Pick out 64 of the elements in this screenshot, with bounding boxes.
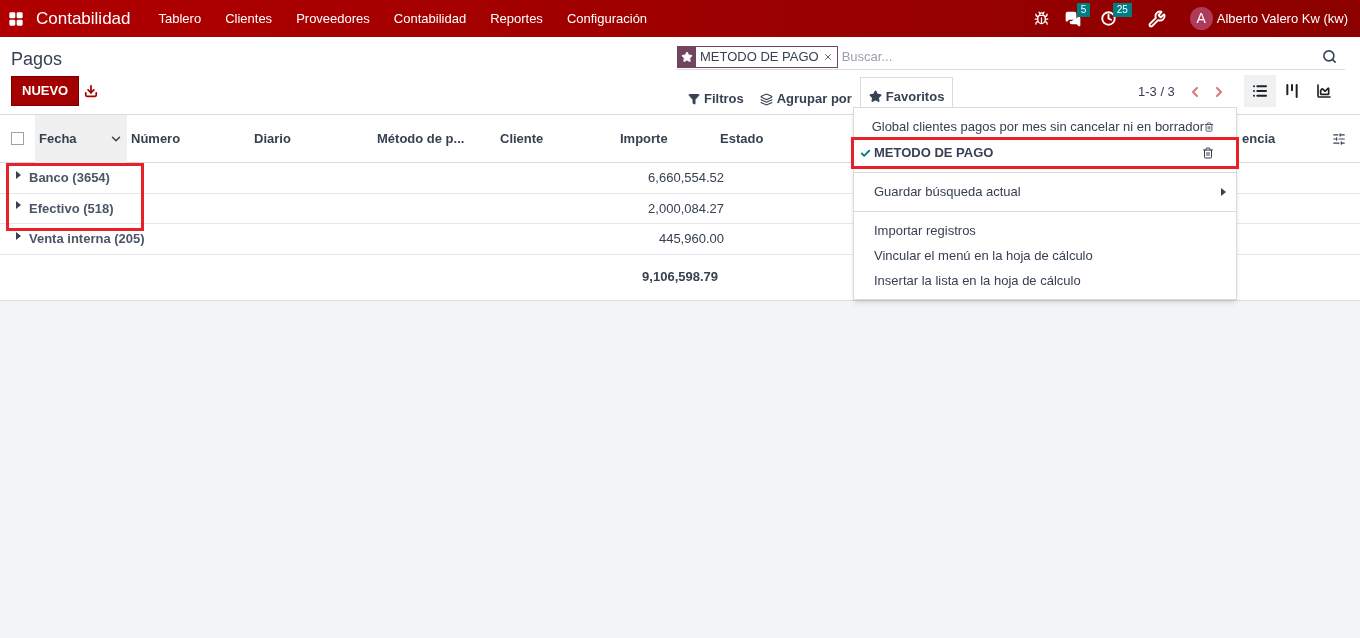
kanban-icon — [1284, 83, 1300, 99]
user-avatar[interactable]: A — [1189, 7, 1213, 30]
message-count-badge: 5 — [1076, 2, 1091, 17]
pager-value[interactable]: 1-3 / 3 — [1138, 82, 1175, 102]
search-icon[interactable] — [1322, 49, 1337, 64]
caret-icon — [16, 231, 21, 240]
search-panel-toggle[interactable]: Filtros — [680, 83, 752, 115]
total-amount: 9,106,598.79 — [641, 268, 718, 287]
activity-count-badge: 25 — [1112, 3, 1132, 17]
favorite-label: Global clientes pagos por mes sin cancelar ni en borrador — [871, 118, 1205, 137]
tools-icon[interactable] — [1147, 9, 1166, 28]
list-icon — [1252, 83, 1268, 99]
nav-menu-item[interactable]: Reportes — [478, 8, 555, 29]
apps-grid-icon[interactable] — [8, 10, 24, 27]
delete-icon[interactable] — [1202, 147, 1214, 159]
caret-icon — [16, 170, 21, 179]
favorite-item[interactable]: Global clientes pagos por mes sin cancelar ni en borrador — [854, 114, 1236, 140]
check-icon — [860, 147, 871, 159]
favorite-label: METODO DE PAGO — [874, 144, 995, 163]
view-switch-button[interactable] — [1244, 75, 1276, 107]
bug-icon[interactable] — [1033, 11, 1049, 26]
column-header[interactable]: Número — [127, 114, 250, 163]
star-icon — [681, 50, 693, 63]
group-label: Banco (3654) — [29, 169, 111, 187]
select-all-checkbox[interactable] — [11, 132, 24, 145]
clock-icon[interactable] — [1100, 11, 1116, 26]
search-facet[interactable]: METODO DE PAGO — [677, 45, 838, 68]
search-panel-toggle[interactable]: Agrupar por — [751, 83, 860, 115]
column-header[interactable]: Diario — [250, 114, 373, 163]
page-title: Pagos — [11, 48, 63, 71]
facet-label: METODO DE PAGO — [699, 47, 820, 66]
group-amount: 6,660,554.52 — [647, 169, 724, 187]
column-header[interactable]: Fecha — [35, 114, 127, 163]
column-header[interactable]: Método de p... — [373, 114, 496, 163]
group-amount: 2,000,084.27 — [647, 199, 724, 218]
download-icon[interactable] — [84, 84, 98, 98]
app-title[interactable]: Contabilidad — [36, 5, 131, 32]
nav-menu-item[interactable]: Contabilidad — [381, 8, 479, 29]
close-icon[interactable] — [822, 51, 833, 62]
menu-item[interactable]: Insertar la lista en la hoja de cálculo — [854, 268, 1236, 293]
group-label: Efectivo (518) — [29, 199, 115, 218]
caret-icon — [1221, 188, 1226, 196]
nav-menu-item[interactable]: Clientes — [213, 8, 285, 29]
area-chart-icon — [1316, 83, 1332, 99]
column-header[interactable]: Importe — [616, 114, 716, 163]
favorite-item[interactable]: METODO DE PAGO — [854, 140, 1236, 166]
column-header[interactable]: Cliente — [496, 114, 616, 163]
group-label: Venta interna (205) — [29, 230, 146, 248]
star-icon — [868, 90, 882, 103]
column-header[interactable]: Estado — [716, 114, 836, 163]
layers-icon — [759, 92, 773, 106]
user-name[interactable]: Alberto Valero Kw (kw) — [1216, 8, 1348, 29]
nav-menu-item[interactable]: Tablero — [146, 8, 214, 29]
filter-icon — [688, 93, 700, 105]
nav-menu-item[interactable]: Configuración — [554, 8, 660, 29]
delete-icon[interactable] — [1204, 121, 1214, 133]
group-amount: 445,960.00 — [657, 230, 724, 248]
column-header[interactable]: encia — [1242, 128, 1332, 149]
new-button[interactable]: NUEVO — [11, 76, 80, 106]
column-settings-icon[interactable] — [1332, 131, 1346, 146]
nav-menu-item[interactable]: Proveedores — [284, 8, 382, 29]
search-field[interactable]: Buscar... — [841, 46, 1322, 67]
caret-icon — [16, 201, 21, 210]
chat-icon[interactable] — [1064, 10, 1081, 27]
